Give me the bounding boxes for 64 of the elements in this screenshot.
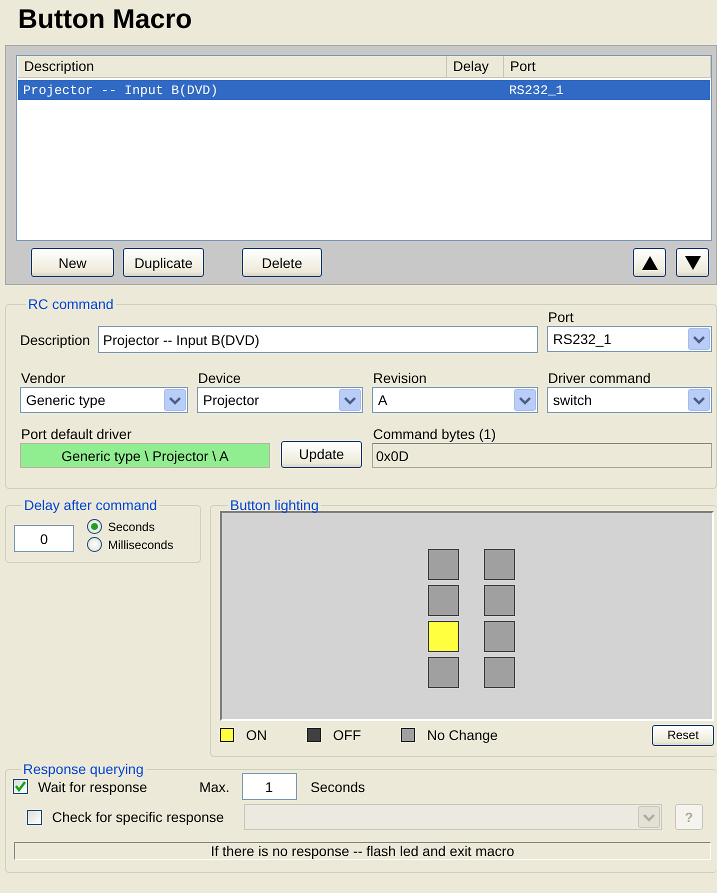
input-field[interactable]: 1 [242,773,297,800]
legend-label: ON [246,727,267,743]
led-cell[interactable] [484,548,514,580]
legend-label: No Change [427,727,498,743]
led-cell[interactable] [484,584,514,616]
led-cell[interactable] [428,656,458,688]
update-button[interactable]: Update [281,440,362,468]
field-label: Port [548,309,574,325]
move-down-button[interactable] [676,248,709,277]
checkbox[interactable]: Wait for response [13,778,148,794]
status-message: If there is no response -- flash led and exit macro [14,842,711,860]
reset-button[interactable]: Reset [652,724,714,746]
field-label: Port default driver [21,426,132,442]
table-cell-text: Projector -- Input B(DVD) [22,82,220,98]
group-title: Response querying [22,761,145,777]
dropdown[interactable]: RS232_1 [547,326,712,352]
group-title: Button lighting [229,497,320,513]
delete-button[interactable]: Delete [242,248,322,277]
field-label: Revision [373,370,427,386]
chevron-down-icon [688,328,710,350]
duplicate-button[interactable]: Duplicate [123,248,204,277]
dropdown[interactable]: Generic type [20,387,188,413]
macro-list[interactable]: Description Delay Port Projector -- Input B(DVD) RS232_1 [16,55,712,241]
group-title: Delay after command [23,498,158,513]
radio-button[interactable]: Milliseconds [87,537,174,552]
radio-button[interactable]: Seconds [87,519,174,534]
group-title: RC command [27,296,115,312]
triangle-down-icon [684,254,702,270]
led-cell[interactable] [484,656,514,688]
chevron-down-icon [514,389,536,411]
led-cell[interactable] [428,548,458,580]
dropdown[interactable]: Projector [197,387,363,413]
column-header[interactable]: Description [18,56,447,77]
field-label: Driver command [548,370,651,386]
dropdown[interactable]: A [372,387,538,413]
new-button[interactable]: New [31,248,114,277]
checkmark-icon [15,781,26,792]
led-cell[interactable] [484,620,514,652]
column-header[interactable]: Delay [447,56,504,77]
chevron-down-icon [688,389,710,411]
input-field[interactable]: 0 [14,525,74,552]
table-cell-text: RS232_1 [508,82,565,98]
led-cell[interactable] [428,584,458,616]
checkbox[interactable]: Check for specific response [27,809,224,825]
status-field: Generic type \ Projector \ A [20,443,270,468]
field-label: Command bytes (1) [373,426,496,442]
field-label: Vendor [21,370,66,386]
field-label: Description [20,332,90,348]
input-field[interactable]: Projector -- Input B(DVD) [98,326,538,353]
list-row[interactable]: Projector -- Input B(DVD) RS232_1 [18,80,710,100]
legend-label: OFF [333,727,361,743]
triangle-up-icon [640,254,658,270]
unit-label: Seconds [310,778,366,794]
page-title: Button Macro [17,3,193,36]
chevron-down-icon [164,389,186,411]
field-label: Device [198,370,241,386]
column-header[interactable]: Port [504,56,711,77]
readonly-field: 0x0D [372,443,712,468]
field-label: Max. [199,778,230,794]
move-up-button[interactable] [633,248,666,277]
chevron-down-icon [638,806,660,828]
dropdown[interactable]: switch [547,387,712,413]
chevron-down-icon [339,389,361,411]
led-cell[interactable] [428,620,458,652]
